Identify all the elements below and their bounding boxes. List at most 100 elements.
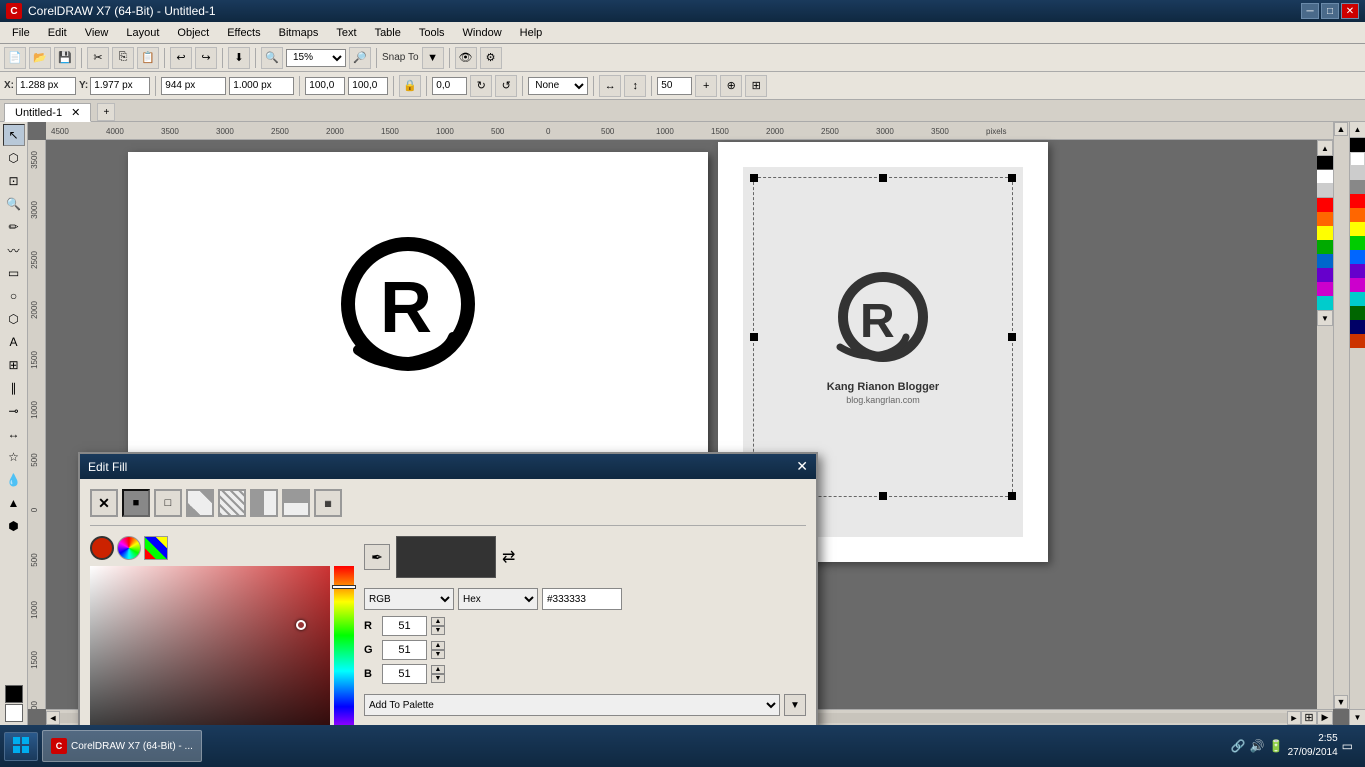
- background-color[interactable]: [5, 704, 23, 722]
- mirror-h[interactable]: ↔: [599, 75, 621, 97]
- tab-cmyk[interactable]: [144, 536, 168, 560]
- hex-format-select[interactable]: Hex%: [458, 588, 538, 610]
- tool-interactive[interactable]: ☆: [3, 446, 25, 468]
- rp-magenta[interactable]: [1350, 278, 1365, 292]
- scroll-right-btn[interactable]: ►: [1287, 711, 1301, 725]
- menu-effects[interactable]: Effects: [219, 25, 268, 41]
- menu-help[interactable]: Help: [512, 25, 551, 41]
- grid-btn[interactable]: ⊞: [745, 75, 767, 97]
- zoom-select[interactable]: 15%25%50%100%: [286, 49, 346, 67]
- rp-brown[interactable]: [1350, 334, 1365, 348]
- scroll-left-btn[interactable]: ◄: [46, 711, 60, 725]
- tab-close-icon[interactable]: ✕: [71, 107, 80, 119]
- rp-dkgreen[interactable]: [1350, 306, 1365, 320]
- tool-connector[interactable]: ⊸: [3, 400, 25, 422]
- palette-purple[interactable]: [1317, 268, 1333, 282]
- rp-black[interactable]: [1350, 138, 1365, 152]
- tool-smartdraw[interactable]: 〰: [3, 239, 25, 261]
- rp-white[interactable]: [1350, 152, 1365, 166]
- palette-magenta[interactable]: [1317, 282, 1333, 296]
- palette-yellow[interactable]: [1317, 226, 1333, 240]
- view-btn[interactable]: 👁: [455, 47, 477, 69]
- tool-select[interactable]: ↖: [3, 124, 25, 146]
- menu-table[interactable]: Table: [367, 25, 409, 41]
- rp-dkblue[interactable]: [1350, 320, 1365, 334]
- menu-bitmaps[interactable]: Bitmaps: [271, 25, 327, 41]
- save-button[interactable]: 💾: [54, 47, 76, 69]
- format-select[interactable]: RGBCMYK: [364, 588, 454, 610]
- mirror-v[interactable]: ↕: [624, 75, 646, 97]
- cut-button[interactable]: ✂: [87, 47, 109, 69]
- palette-green[interactable]: [1317, 240, 1333, 254]
- rp-lgray[interactable]: [1350, 166, 1365, 180]
- rp-cyan[interactable]: [1350, 292, 1365, 306]
- menu-object[interactable]: Object: [169, 25, 217, 41]
- r-input[interactable]: [382, 616, 427, 636]
- width-pct-input[interactable]: [305, 77, 345, 95]
- color-swap-icon[interactable]: ⇄: [502, 547, 515, 567]
- menu-text[interactable]: Text: [328, 25, 364, 41]
- tool-parallel[interactable]: ∥: [3, 377, 25, 399]
- palette-top-btn[interactable]: ▲: [1350, 122, 1365, 138]
- taskbar-corel-item[interactable]: C CorelDRAW X7 (64-Bit) - ...: [42, 730, 202, 762]
- menu-tools[interactable]: Tools: [411, 25, 453, 41]
- size-plus[interactable]: +: [695, 75, 717, 97]
- title-bar-controls[interactable]: ─ □ ✕: [1301, 3, 1359, 19]
- b-input[interactable]: [382, 664, 427, 684]
- rp-yellow[interactable]: [1350, 222, 1365, 236]
- fill-postscript-btn[interactable]: [282, 489, 310, 517]
- fill-select[interactable]: None: [528, 77, 588, 95]
- options-btn[interactable]: ⚙: [480, 47, 502, 69]
- new-button[interactable]: 📄: [4, 47, 26, 69]
- menu-edit[interactable]: Edit: [40, 25, 75, 41]
- r-up-btn[interactable]: ▲: [431, 617, 445, 626]
- tool-measure[interactable]: ↔: [3, 423, 25, 445]
- maximize-button[interactable]: □: [1321, 3, 1339, 19]
- redo-button[interactable]: ↪: [195, 47, 217, 69]
- rp-green[interactable]: [1350, 236, 1365, 250]
- rp-gray[interactable]: [1350, 180, 1365, 194]
- menu-window[interactable]: Window: [455, 25, 510, 41]
- add-palette-select[interactable]: Add To Palette: [364, 694, 780, 716]
- rp-red[interactable]: [1350, 194, 1365, 208]
- tool-node[interactable]: ⬡: [3, 147, 25, 169]
- hue-strip[interactable]: [334, 566, 354, 725]
- zoom-out-button[interactable]: 🔎: [349, 47, 371, 69]
- undo-button[interactable]: ↩: [170, 47, 192, 69]
- tool-fill[interactable]: ▲: [3, 492, 25, 514]
- rp-orange[interactable]: [1350, 208, 1365, 222]
- tool-rectangle[interactable]: ▭: [3, 262, 25, 284]
- fill-mesh-btn[interactable]: ▦: [314, 489, 342, 517]
- palette-scroll-up[interactable]: ▲: [1317, 140, 1333, 156]
- palette-cyan[interactable]: [1317, 296, 1333, 310]
- scroll-up-btn[interactable]: ▲: [1334, 122, 1348, 136]
- menu-layout[interactable]: Layout: [118, 25, 167, 41]
- x-input[interactable]: [16, 77, 76, 95]
- zoom-fit-btn[interactable]: ⊞: [1301, 711, 1317, 725]
- g-up-btn[interactable]: ▲: [431, 641, 445, 650]
- hex-input[interactable]: [542, 588, 622, 610]
- tool-freehand[interactable]: ✏: [3, 216, 25, 238]
- y-input[interactable]: [90, 77, 150, 95]
- tool-crop[interactable]: ⊡: [3, 170, 25, 192]
- tool-smartfill[interactable]: ⬢: [3, 515, 25, 537]
- import-button[interactable]: ⬇: [228, 47, 250, 69]
- g-input[interactable]: [382, 640, 427, 660]
- rotate-ccw[interactable]: ↺: [495, 75, 517, 97]
- new-tab-button[interactable]: +: [97, 103, 115, 121]
- menu-file[interactable]: File: [4, 25, 38, 41]
- angle-input[interactable]: [432, 77, 467, 95]
- canvas-scrollbar-right[interactable]: ▲ ▼: [1333, 122, 1349, 709]
- lock-ratio-btn[interactable]: 🔒: [399, 75, 421, 97]
- palette-scroll-down[interactable]: ▼: [1317, 310, 1333, 326]
- b-up-btn[interactable]: ▲: [431, 665, 445, 674]
- palette-blue[interactable]: [1317, 254, 1333, 268]
- paste-button[interactable]: 📋: [137, 47, 159, 69]
- palette-white[interactable]: [1317, 170, 1333, 184]
- palette-bottom-btn[interactable]: ▼: [1350, 709, 1365, 725]
- menu-view[interactable]: View: [77, 25, 117, 41]
- tool-zoom[interactable]: 🔍: [3, 193, 25, 215]
- start-button[interactable]: [4, 732, 38, 761]
- fill-linear-btn[interactable]: □: [154, 489, 182, 517]
- tab-rgb[interactable]: [90, 536, 114, 560]
